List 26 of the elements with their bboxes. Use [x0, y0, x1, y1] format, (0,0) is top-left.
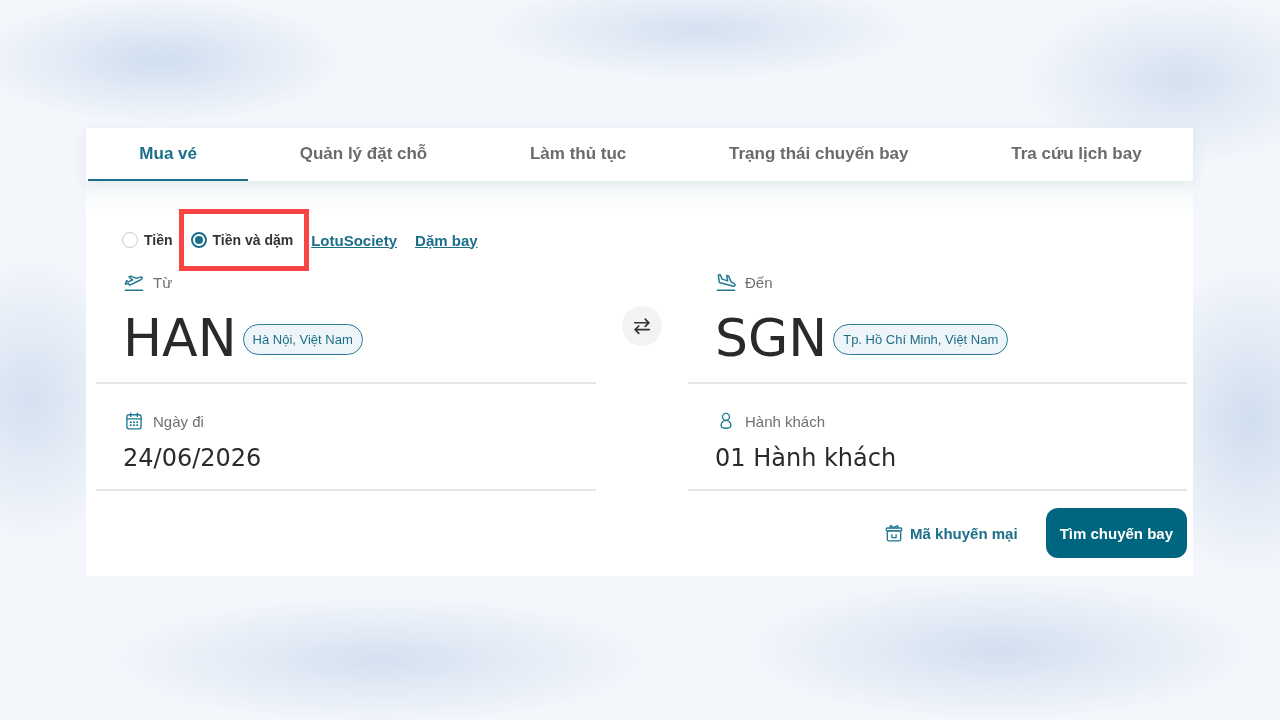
promo-code-link[interactable]: Mã khuyến mại — [884, 523, 1018, 543]
search-flights-button[interactable]: Tìm chuyến bay — [1045, 508, 1187, 558]
plane-takeoff-icon — [123, 272, 145, 292]
radio-option[interactable]: Tiền và dặm — [190, 232, 294, 248]
field-label: Đến — [745, 273, 773, 291]
tab[interactable]: Tra cứu lịch bay — [959, 128, 1194, 181]
plane-landing-icon — [715, 272, 737, 292]
tab[interactable]: Làm thủ tục — [478, 128, 678, 181]
city-chip: Tp. Hồ Chí Minh, Việt Nam — [833, 323, 1009, 355]
field-label: Hành khách — [745, 412, 826, 430]
radio-option[interactable]: Tiền — [122, 232, 173, 248]
calendar-icon — [123, 411, 145, 431]
gift-box-icon — [884, 523, 905, 543]
field-value[interactable]: 01 Hành khách — [715, 442, 1187, 474]
tab[interactable]: Quản lý đặt chỗ — [248, 128, 479, 181]
field-value[interactable]: 24/06/2026 — [123, 442, 596, 474]
link[interactable]: Dặm bay — [415, 231, 478, 249]
airport-code[interactable]: HAN — [123, 308, 237, 368]
city-chip: Hà Nội, Việt Nam — [242, 323, 363, 355]
link[interactable]: LotuSociety — [311, 231, 398, 249]
swap-icon — [631, 315, 653, 337]
field-label: Ngày đi — [153, 412, 204, 430]
airport-code[interactable]: SGN — [715, 308, 828, 368]
field-label: Từ — [153, 273, 173, 291]
tab[interactable]: Trạng thái chuyến bay — [677, 128, 960, 181]
swap-button[interactable] — [622, 306, 662, 346]
